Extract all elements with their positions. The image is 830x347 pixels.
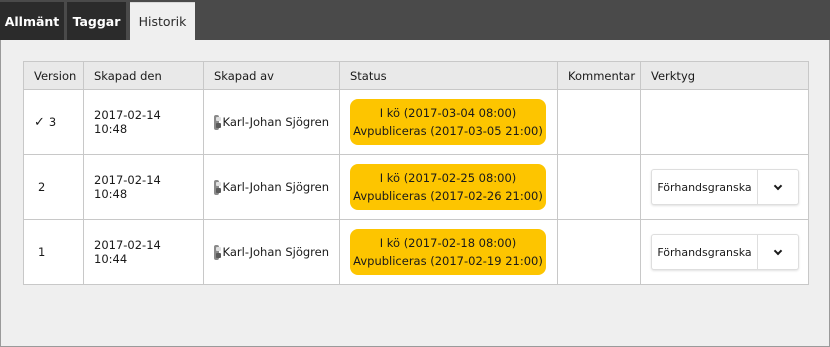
tools-cell: Förhandsgranska xyxy=(640,154,809,220)
tab-taggar[interactable]: Taggar xyxy=(67,2,126,40)
table-header-row: Version Skapad den Skapad av Status Komm… xyxy=(23,61,809,90)
preview-button[interactable]: Förhandsgranska xyxy=(652,170,758,204)
status-cell: I kö (2017-03-04 08:00) Avpubliceras (20… xyxy=(339,89,558,155)
status-unpublish: Avpubliceras (2017-03-05 21:00) xyxy=(353,124,543,138)
check-icon: ✓ xyxy=(34,114,45,130)
status-cell: I kö (2017-02-18 08:00) Avpubliceras (20… xyxy=(339,219,558,285)
header-status: Status xyxy=(339,61,558,90)
tools-button-group: Förhandsgranska xyxy=(651,169,799,205)
header-created-by: Skapad av xyxy=(203,61,340,90)
user-icon xyxy=(214,179,221,195)
created-by-name: Karl-Johan Sjögren xyxy=(222,115,329,129)
tab-bar: Allmänt Taggar Historik xyxy=(0,0,830,40)
chevron-down-icon xyxy=(773,181,783,190)
preview-button[interactable]: Förhandsgranska xyxy=(652,235,758,269)
status-badge: I kö (2017-02-18 08:00) Avpubliceras (20… xyxy=(350,229,546,275)
comment-cell xyxy=(557,219,641,285)
status-queued: I kö (2017-02-18 08:00) xyxy=(379,236,517,250)
header-created: Skapad den xyxy=(83,61,204,90)
version-cell: ✓ 3 xyxy=(23,89,84,155)
header-comment: Kommentar xyxy=(557,61,641,90)
header-tools: Verktyg xyxy=(640,61,809,90)
status-unpublish: Avpubliceras (2017-02-26 21:00) xyxy=(353,189,543,203)
chevron-down-icon xyxy=(773,246,783,255)
tools-button-group: Förhandsgranska xyxy=(651,234,799,270)
status-cell: I kö (2017-02-25 08:00) Avpubliceras (20… xyxy=(339,154,558,220)
created-cell: 2017-02-14 10:48 xyxy=(83,89,204,155)
version-cell: 2 xyxy=(23,154,84,220)
version-number: 2 xyxy=(38,180,46,194)
table-row: ✓ 3 2017-02-14 10:48 Karl-Johan Sjögren xyxy=(23,89,809,155)
tab-historik[interactable]: Historik xyxy=(130,2,195,40)
created-by-name: Karl-Johan Sjögren xyxy=(222,180,329,194)
created-by-name: Karl-Johan Sjögren xyxy=(222,245,329,259)
comment-cell xyxy=(557,89,641,155)
table-row: 1 2017-02-14 10:44 Karl-Johan Sjögren I … xyxy=(23,219,809,285)
tools-dropdown-button[interactable] xyxy=(758,235,798,269)
comment-cell xyxy=(557,154,641,220)
status-badge: I kö (2017-03-04 08:00) Avpubliceras (20… xyxy=(350,99,546,145)
version-number: 1 xyxy=(38,245,46,259)
status-unpublish: Avpubliceras (2017-02-19 21:00) xyxy=(353,254,543,268)
tools-cell xyxy=(640,89,809,155)
history-table-wrapper: Version Skapad den Skapad av Status Komm… xyxy=(23,61,809,285)
history-table: Version Skapad den Skapad av Status Komm… xyxy=(23,61,809,285)
history-panel: Version Skapad den Skapad av Status Komm… xyxy=(0,40,830,347)
user-icon xyxy=(214,114,221,130)
status-queued: I kö (2017-03-04 08:00) xyxy=(379,106,517,120)
version-number: 3 xyxy=(48,115,57,129)
created-cell: 2017-02-14 10:48 xyxy=(83,154,204,220)
table-row: 2 2017-02-14 10:48 Karl-Johan Sjögren I … xyxy=(23,154,809,220)
created-by-cell: Karl-Johan Sjögren xyxy=(203,154,340,220)
tab-allmant[interactable]: Allmänt xyxy=(0,2,64,40)
tools-cell: Förhandsgranska xyxy=(640,219,809,285)
created-cell: 2017-02-14 10:44 xyxy=(83,219,204,285)
user-icon xyxy=(214,244,221,260)
version-cell: 1 xyxy=(23,219,84,285)
status-queued: I kö (2017-02-25 08:00) xyxy=(379,171,517,185)
header-version: Version xyxy=(23,61,84,90)
created-by-cell: Karl-Johan Sjögren xyxy=(203,219,340,285)
status-badge: I kö (2017-02-25 08:00) Avpubliceras (20… xyxy=(350,164,546,210)
created-by-cell: Karl-Johan Sjögren xyxy=(203,89,340,155)
tools-dropdown-button[interactable] xyxy=(758,170,798,204)
